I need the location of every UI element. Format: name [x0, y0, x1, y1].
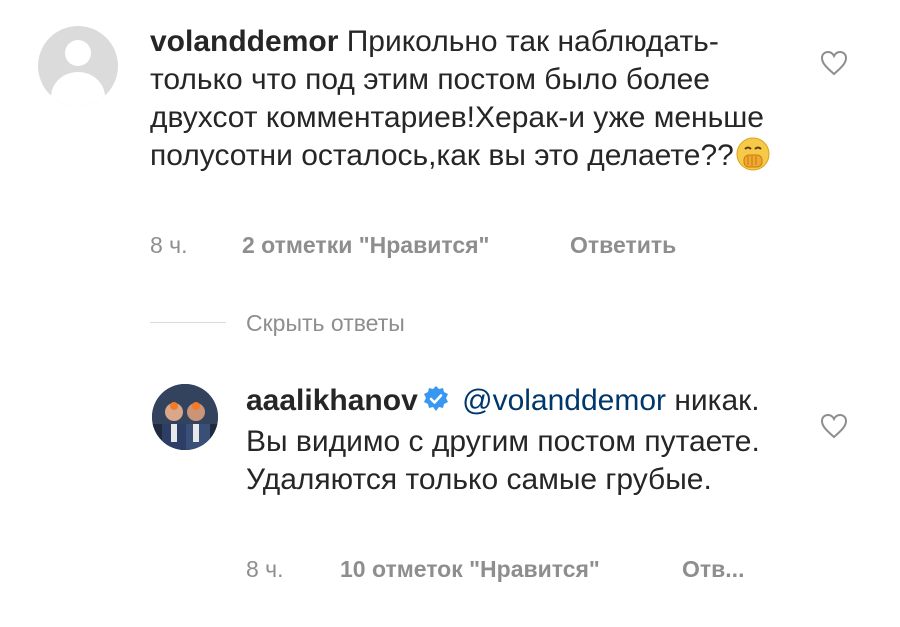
- likes-count-button[interactable]: 10 отметок "Нравится": [340, 556, 600, 583]
- reply-button[interactable]: Ответить: [570, 232, 676, 259]
- reply-button[interactable]: Отв...: [682, 556, 744, 583]
- comment-username[interactable]: volanddemor: [150, 25, 338, 58]
- face-with-hand-over-mouth-emoji-icon: [736, 137, 770, 181]
- hide-replies-label: Скрыть ответы: [246, 310, 405, 336]
- comment-body: volanddemor Прикольно так наблюдать- тол…: [150, 23, 790, 181]
- replies-divider-line: [150, 322, 226, 323]
- like-heart-icon[interactable]: [820, 413, 848, 444]
- like-heart-icon[interactable]: [820, 50, 848, 81]
- profile-photo-avatar[interactable]: [152, 384, 218, 450]
- likes-count-button[interactable]: 2 отметки "Нравится": [242, 232, 489, 259]
- avatar-head-shape: [65, 40, 91, 66]
- avatar-shoulders-shape: [51, 72, 105, 106]
- comment-body: aaalikhanov @volanddemor никак. Вы видим…: [246, 382, 806, 499]
- default-avatar-icon[interactable]: [38, 26, 118, 106]
- verified-badge-icon: [422, 385, 450, 423]
- mention-link[interactable]: @volanddemor: [462, 384, 666, 417]
- comment-time: 8 ч.: [246, 556, 284, 582]
- comment-username[interactable]: aaalikhanov: [246, 384, 418, 417]
- comment-time: 8 ч.: [150, 232, 188, 258]
